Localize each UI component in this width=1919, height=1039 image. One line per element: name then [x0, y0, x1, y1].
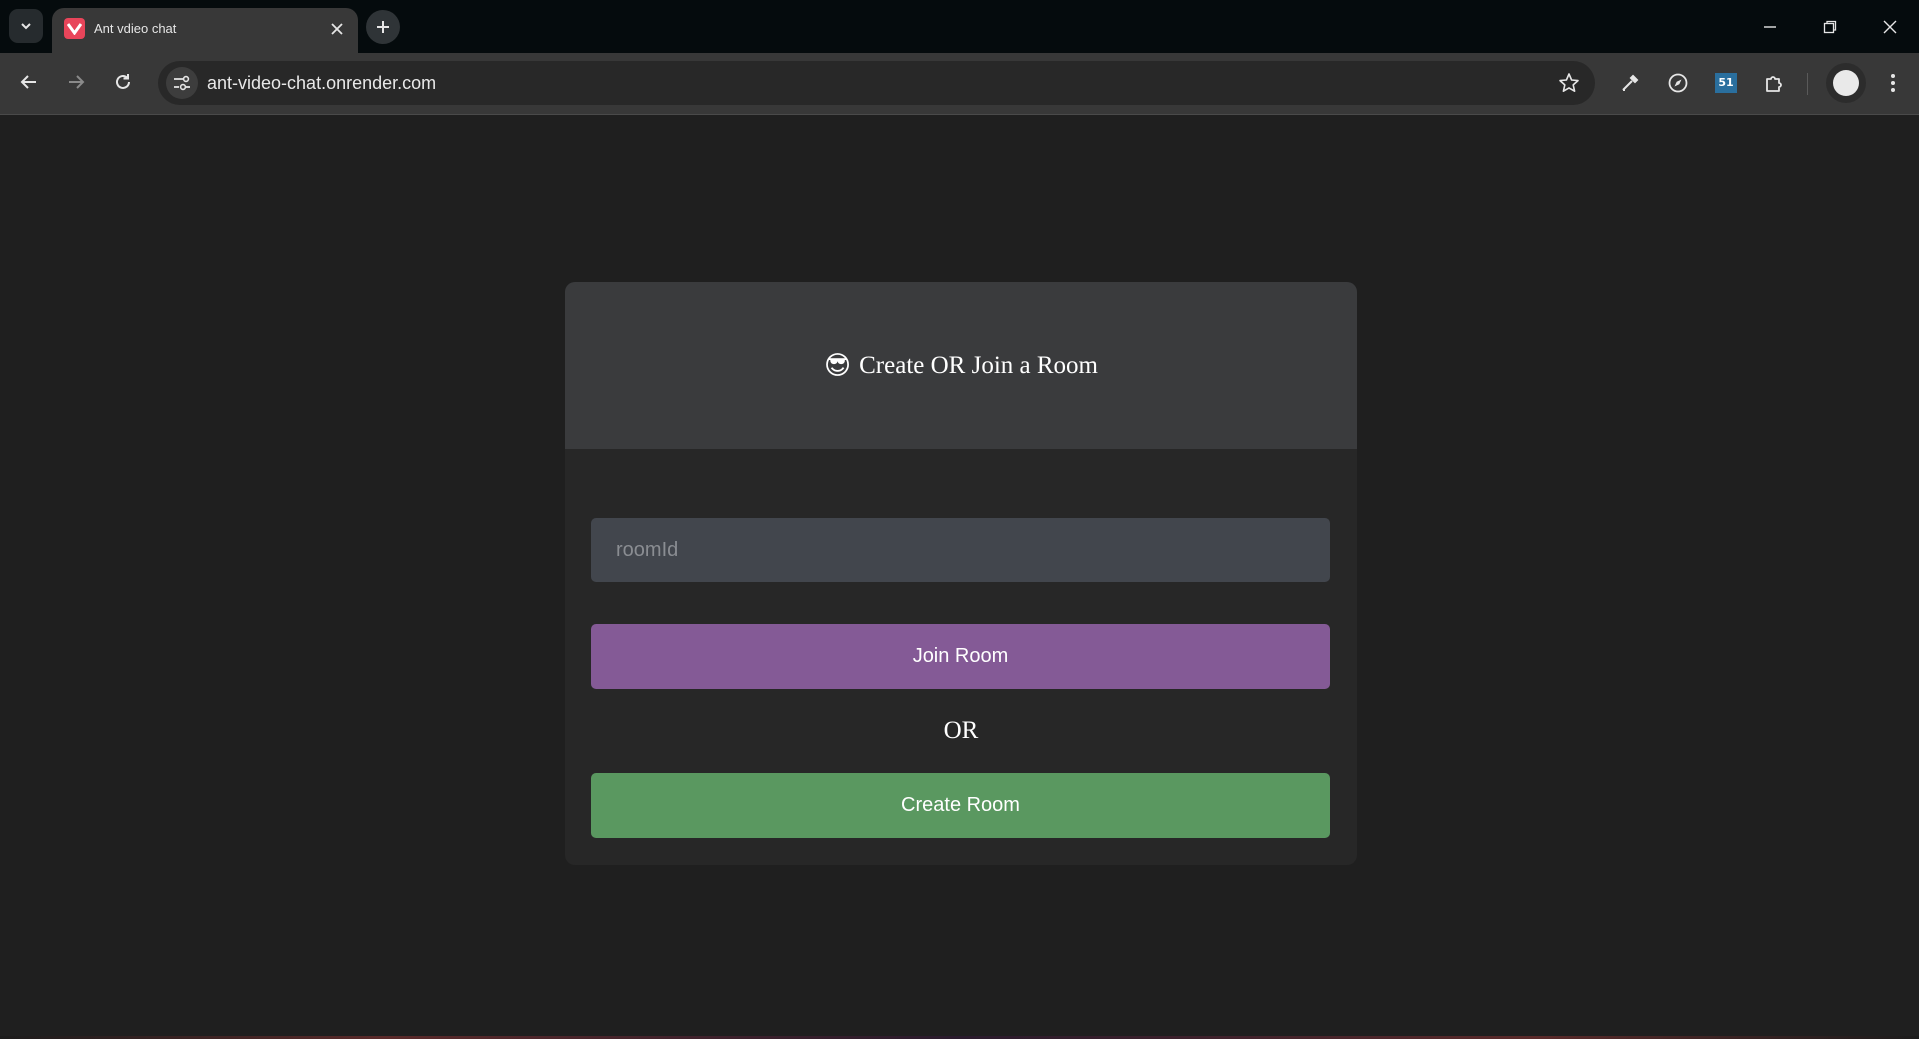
new-tab-button[interactable] — [366, 10, 400, 44]
page-content: 😎 Create OR Join a Room Join Room OR Cre… — [0, 116, 1919, 1039]
address-bar[interactable]: ant-video-chat.onrender.com — [158, 61, 1595, 105]
tab-active[interactable]: Ant vdieo chat — [52, 8, 358, 53]
tab-search-button[interactable] — [9, 9, 43, 43]
minimize-button[interactable] — [1740, 0, 1800, 53]
avatar-icon — [1833, 70, 1859, 96]
close-tab-icon[interactable] — [326, 18, 348, 40]
tab-strip: Ant vdieo chat — [0, 0, 1919, 53]
restore-icon — [1823, 20, 1837, 33]
close-window-button[interactable] — [1860, 0, 1919, 53]
profile-avatar[interactable] — [1826, 63, 1866, 103]
bookmark-star-icon[interactable] — [1555, 69, 1583, 97]
arrow-left-icon — [20, 75, 36, 89]
puzzle-extensions-icon[interactable] — [1757, 66, 1791, 100]
restore-button[interactable] — [1800, 0, 1860, 53]
extension-51-icon[interactable]: 51 — [1709, 66, 1743, 100]
url-text[interactable]: ant-video-chat.onrender.com — [207, 72, 436, 94]
compass-icon[interactable] — [1661, 66, 1695, 100]
card-title: 😎 Create OR Join a Room — [824, 351, 1098, 381]
join-room-button[interactable]: Join Room — [591, 624, 1330, 689]
reload-icon — [116, 74, 130, 89]
close-icon — [1883, 20, 1897, 33]
site-info-icon[interactable] — [166, 67, 198, 99]
eyedropper-icon[interactable] — [1613, 66, 1647, 100]
card-title-text: Create OR Join a Room — [859, 351, 1098, 379]
card-header: 😎 Create OR Join a Room — [565, 282, 1357, 449]
room-id-input[interactable] — [591, 518, 1330, 582]
app-favicon-icon — [64, 18, 85, 39]
reload-button[interactable] — [104, 63, 142, 101]
create-room-button[interactable]: Create Room — [591, 773, 1330, 838]
browser-window: Ant vdieo chat ant-video-chat.onrender.c… — [0, 0, 1919, 1039]
minimize-icon — [1764, 25, 1776, 28]
sunglasses-emoji-icon: 😎 — [824, 350, 852, 381]
back-button[interactable] — [10, 63, 48, 101]
browser-toolbar: ant-video-chat.onrender.com 51 — [0, 53, 1919, 115]
toolbar-divider — [1807, 73, 1808, 95]
or-separator: OR — [943, 717, 979, 744]
room-card: 😎 Create OR Join a Room Join Room OR Cre… — [565, 282, 1357, 865]
kebab-menu-icon[interactable] — [1876, 66, 1910, 100]
plus-icon — [377, 21, 389, 33]
tab-title: Ant vdieo chat — [94, 21, 177, 36]
chevron-down-icon — [21, 23, 31, 30]
arrow-right-icon — [69, 75, 85, 89]
forward-button[interactable] — [57, 63, 95, 101]
